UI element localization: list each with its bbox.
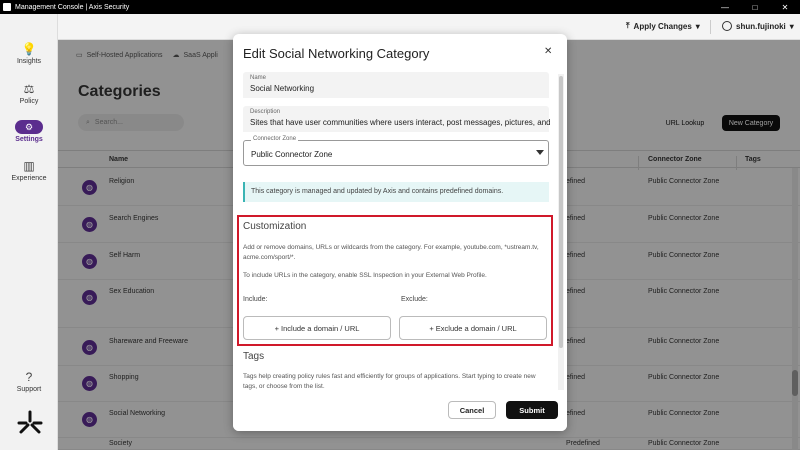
dialog-footer: Cancel Submit [233, 390, 567, 431]
sidebar-item-insights[interactable]: 💡 Insights [0, 42, 58, 65]
sidebar-item-label: Settings [15, 136, 43, 143]
customization-section: Customization Add or remove domains, URL… [237, 215, 553, 346]
sidebar-item-policy[interactable]: ⚖ Policy [0, 82, 58, 105]
close-window-button[interactable]: ✕ [770, 3, 800, 12]
close-icon[interactable]: ✕ [544, 46, 552, 57]
upload-icon: ⤒ [626, 21, 630, 30]
exclude-label: Exclude: [401, 296, 428, 303]
policy-icon: ⚖ [23, 82, 35, 96]
app-logo-icon [3, 3, 11, 11]
help-icon: ? [25, 370, 33, 384]
description-label: Description [250, 109, 281, 115]
sidebar-item-experience[interactable]: ▥ Experience [0, 159, 58, 182]
info-banner: This category is managed and updated by … [243, 182, 549, 202]
sidebar-item-settings[interactable]: ⚙ Settings [0, 120, 58, 143]
name-field[interactable]: Name Social Networking [243, 72, 549, 98]
name-label: Name [250, 75, 267, 81]
connector-zone-select[interactable]: Connector Zone Public Connector Zone [243, 136, 549, 166]
submit-button[interactable]: Submit [506, 401, 558, 419]
user-name: shun.fujinoki [736, 21, 786, 31]
gear-icon: ⚙ [15, 120, 43, 134]
name-value: Social Networking [250, 84, 315, 93]
edit-category-dialog: Edit Social Networking Category ✕ Name S… [233, 34, 567, 431]
window-title: Management Console | Axis Security [15, 3, 130, 11]
sidebar: 💡 Insights ⚖ Policy ⚙ Settings ▥ Experie… [0, 14, 58, 450]
customization-text: Add or remove domains, URLs or wildcards… [243, 244, 539, 261]
sidebar-item-label: Support [16, 386, 42, 393]
apply-changes-label: Apply Changes [633, 21, 692, 31]
customization-title: Customization [243, 221, 307, 232]
description-field[interactable]: Description Sites that have user communi… [243, 106, 550, 132]
bar-chart-icon: ▥ [23, 159, 35, 173]
axis-logo-icon [17, 410, 43, 434]
sidebar-item-label: Insights [16, 58, 42, 65]
dialog-scrollbar[interactable] [558, 74, 564, 390]
user-menu[interactable]: shun.fujinoki ▾ [722, 21, 794, 31]
include-domain-button[interactable]: + Include a domain / URL [243, 316, 391, 340]
include-label: Include: [243, 296, 268, 303]
user-icon [722, 21, 732, 31]
lightbulb-icon: 💡 [21, 42, 37, 56]
cancel-button[interactable]: Cancel [448, 401, 496, 419]
minimize-button[interactable]: — [710, 3, 740, 12]
scrollbar-thumb[interactable] [559, 76, 563, 348]
header-divider [710, 20, 711, 34]
description-value: Sites that have user communities where u… [250, 118, 550, 127]
sidebar-item-support[interactable]: ? Support [0, 370, 58, 393]
window-titlebar: Management Console | Axis Security — □ ✕ [0, 0, 800, 14]
tags-text: Tags help creating policy rules fast and… [243, 373, 536, 390]
apply-changes-button[interactable]: ⤒ Apply Changes ▾ [626, 21, 700, 31]
zone-value: Public Connector Zone [251, 150, 333, 159]
tags-title: Tags [243, 351, 265, 362]
chevron-down-icon: ▾ [695, 21, 700, 31]
dialog-body: Name Social Networking Description Sites… [233, 72, 567, 390]
dialog-title: Edit Social Networking Category [243, 46, 430, 61]
zone-label: Connector Zone [251, 136, 299, 142]
chevron-down-icon [536, 150, 544, 155]
chevron-down-icon: ▾ [789, 21, 794, 31]
sidebar-item-label: Experience [11, 175, 47, 182]
ssl-note: To include URLs in the category, enable … [243, 272, 487, 279]
exclude-domain-button[interactable]: + Exclude a domain / URL [399, 316, 547, 340]
sidebar-item-label: Policy [19, 98, 39, 105]
maximize-button[interactable]: □ [740, 3, 770, 12]
